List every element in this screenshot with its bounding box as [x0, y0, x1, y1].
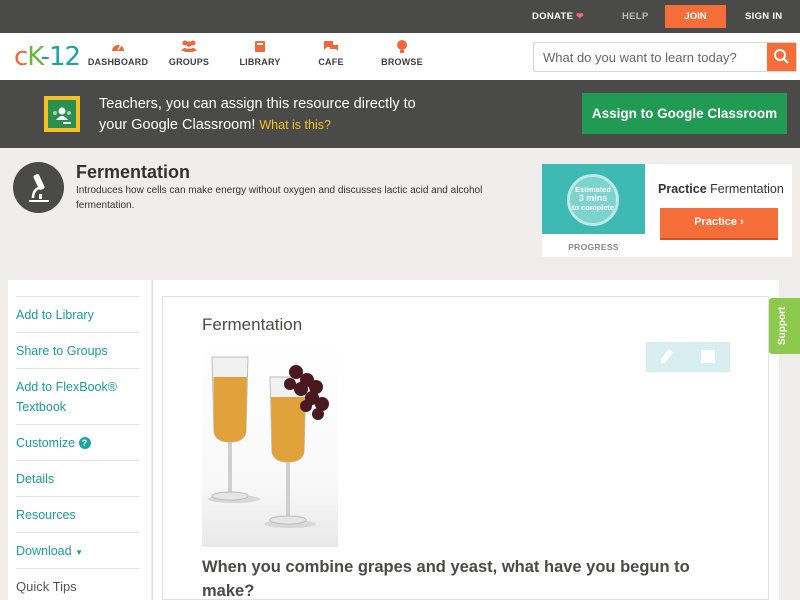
search-icon: [774, 49, 789, 64]
resources-link[interactable]: Resources: [16, 496, 139, 525]
notes-icon[interactable]: [701, 350, 715, 363]
progress-image: Estimated 3 mins to complete: [542, 164, 645, 234]
nav-browse[interactable]: BROWSE: [367, 39, 437, 67]
search-box: [533, 42, 797, 72]
search-button[interactable]: [767, 43, 796, 71]
chevron-right-icon: ›: [740, 216, 744, 228]
library-icon: [225, 39, 295, 57]
time-estimate: Estimated 3 mins to complete: [567, 174, 619, 226]
microscope-icon: [13, 162, 64, 213]
quick-tips-link[interactable]: Quick Tips: [16, 568, 139, 597]
search-input[interactable]: [534, 43, 768, 71]
top-bar: DONATE ❤ HELP JOIN SIGN IN: [0, 0, 800, 33]
assign-google-classroom-button[interactable]: Assign to Google Classroom: [582, 93, 787, 134]
google-classroom-icon: [44, 96, 80, 132]
sign-in-link[interactable]: SIGN IN: [745, 11, 782, 22]
practice-button[interactable]: Practice ›: [660, 208, 778, 238]
customize-link[interactable]: Customize ?: [16, 424, 139, 453]
pencil-icon[interactable]: [660, 348, 674, 364]
content-question: When you combine grapes and yeast, what …: [202, 558, 690, 600]
support-tab[interactable]: Support: [769, 298, 800, 354]
nav-groups[interactable]: GROUPS: [154, 39, 224, 67]
dashboard-icon: [83, 39, 153, 57]
download-link[interactable]: Download ▼: [16, 532, 139, 563]
nav-library[interactable]: LIBRARY: [225, 39, 295, 67]
wine-glasses-image: [202, 342, 338, 547]
ck12-logo[interactable]: cK-12: [14, 42, 81, 72]
content-tools: [646, 342, 730, 372]
caret-down-icon: ▼: [75, 548, 83, 557]
concept-title: Fermentation: [76, 162, 191, 182]
main-nav: cK-12 DASHBOARD GROUPS LIBRARY CAFE BROW…: [0, 33, 800, 80]
practice-title: Practice Fermentation: [658, 182, 784, 196]
details-link[interactable]: Details: [16, 460, 139, 489]
add-to-library-link[interactable]: Add to Library: [16, 296, 139, 325]
groups-icon: [154, 39, 224, 57]
browse-icon: [367, 39, 437, 57]
left-sidebar: Add to Library Share to Groups Add to Fl…: [8, 280, 151, 600]
nav-dashboard[interactable]: DASHBOARD: [83, 39, 153, 67]
what-is-this-link[interactable]: What is this?: [259, 118, 331, 132]
practice-panel: Estimated 3 mins to complete PROGRESS Pr…: [542, 164, 792, 257]
cafe-icon: [296, 39, 366, 57]
share-to-groups-link[interactable]: Share to Groups: [16, 332, 139, 361]
help-link[interactable]: HELP: [622, 11, 649, 22]
nav-cafe[interactable]: CAFE: [296, 39, 366, 67]
heart-icon: ❤: [576, 11, 585, 21]
join-button[interactable]: JOIN: [665, 5, 726, 28]
concept-description: Introduces how cells can make energy wit…: [76, 185, 483, 211]
progress-label: PROGRESS: [568, 242, 619, 252]
donate-link[interactable]: DONATE ❤: [532, 11, 584, 22]
teacher-banner: Teachers, you can assign this resource d…: [0, 80, 800, 148]
content-title: Fermentation: [202, 315, 303, 334]
add-to-flexbook-link[interactable]: Add to FlexBook® Textbook: [16, 368, 139, 417]
teacher-message: Teachers, you can assign this resource d…: [99, 96, 416, 133]
help-icon[interactable]: ?: [78, 437, 91, 449]
